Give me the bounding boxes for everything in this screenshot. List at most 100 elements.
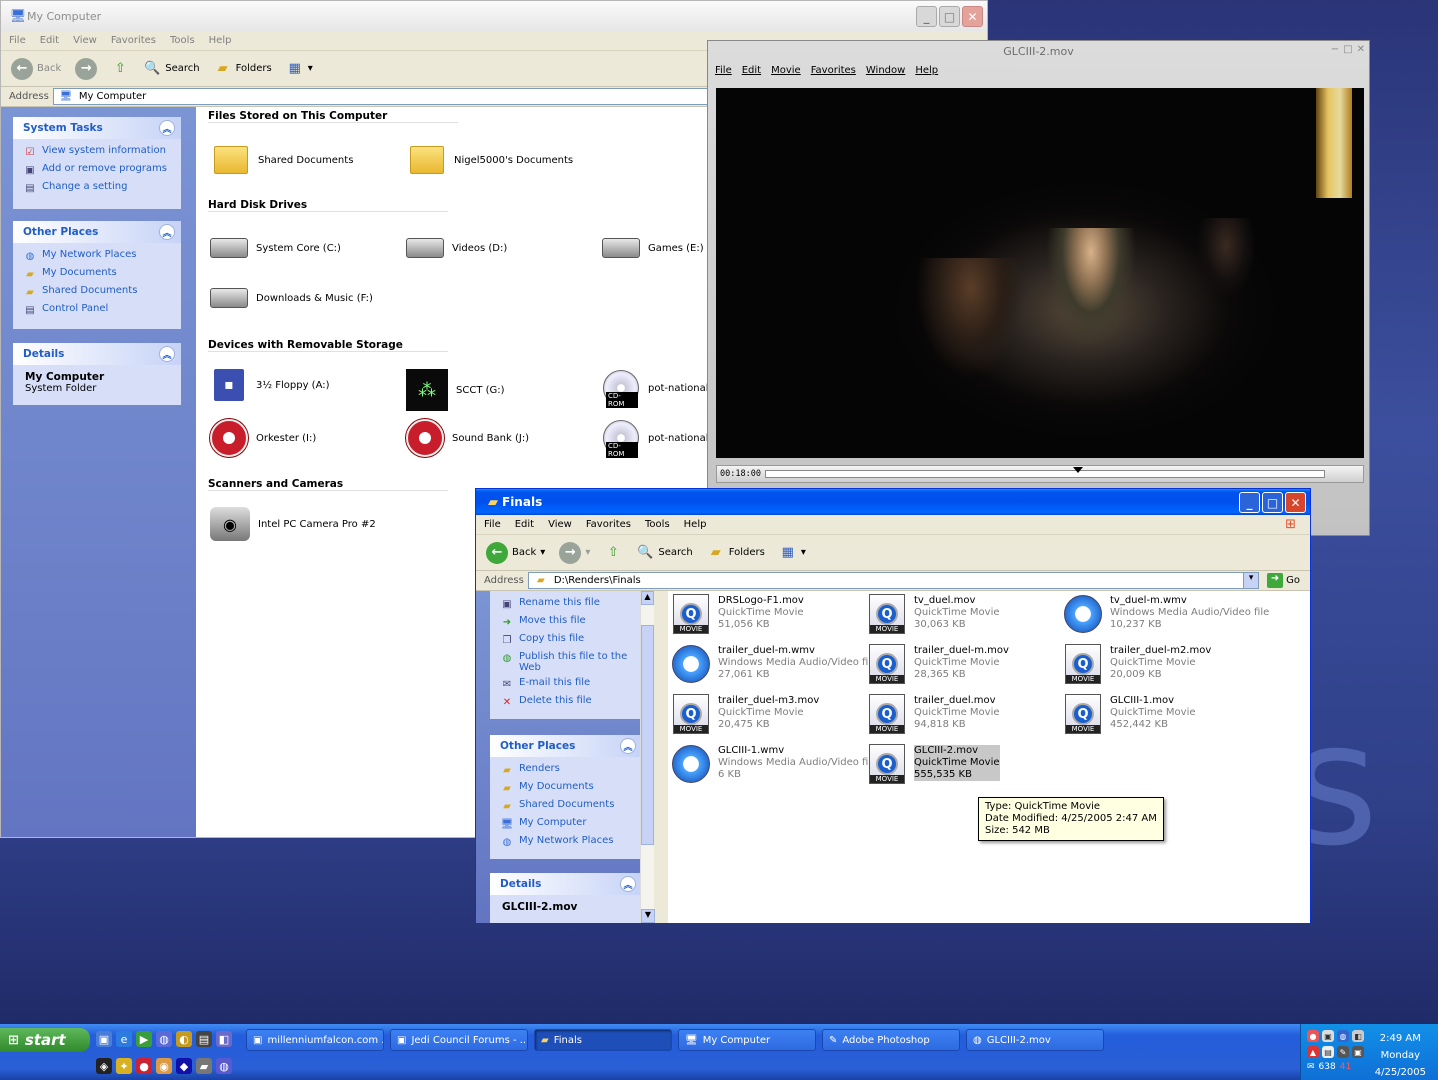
show-desktop-icon[interactable]: ▣ [96, 1031, 112, 1047]
menu-edit[interactable]: Edit [40, 35, 59, 46]
app-icon-4[interactable]: ◧ [216, 1031, 232, 1047]
title-bar[interactable]: 🖥 My Computer _ □ ✕ [1, 1, 987, 31]
menu-tools[interactable]: Tools [645, 519, 670, 530]
ie-icon[interactable]: e [116, 1031, 132, 1047]
media-icon[interactable]: ▶ [136, 1031, 152, 1047]
collapse-icon[interactable]: ︽ [159, 120, 175, 136]
views-button[interactable]: ▦ ▾ [775, 542, 810, 564]
drive-j[interactable]: Sound Bank (J:) [406, 419, 529, 457]
address-input[interactable]: ▰ D:\Renders\Finals ▾ [527, 572, 1260, 589]
menu-favorites[interactable]: Favorites [811, 65, 856, 83]
scroll-down-icon[interactable]: ▼ [641, 909, 655, 923]
playhead[interactable] [1073, 467, 1084, 473]
task-add-remove-programs[interactable]: ▣ Add or remove programs [13, 161, 181, 179]
task-rename[interactable]: ▣ Rename this file [490, 595, 642, 613]
place-network[interactable]: ◍ My Network Places [490, 833, 642, 851]
file-item[interactable]: Q MOVIE DRSLogo-F1.mov QuickTime Movie 51,05… [672, 594, 804, 634]
clock[interactable]: 2:49 AM Monday 4/25/2005 [1375, 1030, 1426, 1080]
menu-help[interactable]: Help [209, 35, 232, 46]
task-publish[interactable]: ◍ Publish this file to the Web [490, 649, 642, 675]
menu-window[interactable]: Window [866, 65, 905, 83]
drive-c[interactable]: System Core (C:) [210, 229, 341, 267]
close-button[interactable]: ✕ [962, 6, 983, 27]
task-pane-scrollbar[interactable]: ▲ ▼ [640, 591, 655, 923]
back-button[interactable]: ← Back [7, 56, 65, 82]
menu-edit[interactable]: Edit [515, 519, 534, 530]
place-my-documents[interactable]: ▰ My Documents [13, 265, 181, 283]
task-view-system-info[interactable]: ☑ View system information [13, 143, 181, 161]
tray-icon-5[interactable]: ▲ [1307, 1046, 1319, 1058]
file-item[interactable]: ▶ trailer_duel-m.wmv Windows Media Audio/V… [672, 645, 877, 683]
folders-button[interactable]: ▰ Folders [703, 542, 769, 564]
scroll-up-icon[interactable]: ▲ [641, 591, 654, 605]
other-places-header[interactable]: Other Places ︽ [490, 735, 642, 757]
details-header[interactable]: Details ︽ [490, 873, 642, 895]
file-item[interactable]: Q MOVIE GLCIII-1.mov QuickTime Movie 452,442… [1064, 694, 1196, 734]
task-my-computer[interactable]: 🖥 My Computer [678, 1029, 816, 1051]
scrubber-track[interactable] [764, 467, 1325, 478]
tray-icon-6[interactable]: ▤ [1322, 1046, 1334, 1058]
task-photoshop[interactable]: ✎ Adobe Photoshop [822, 1029, 960, 1051]
drive-e[interactable]: Games (E:) [602, 229, 704, 267]
maximize-button[interactable]: □ [939, 6, 960, 27]
file-item[interactable]: Q MOVIE trailer_duel-m.mov QuickTime Movie 2… [868, 644, 1009, 684]
app-icon-8[interactable]: ◉ [156, 1058, 172, 1074]
minimize-button[interactable]: _ [916, 6, 937, 27]
system-tasks-header[interactable]: System Tasks ︽ [13, 117, 181, 139]
forward-button[interactable]: → [71, 56, 101, 82]
search-button[interactable]: 🔍 Search [139, 58, 203, 80]
place-renders[interactable]: ▰ Renders [490, 761, 642, 779]
task-change-setting[interactable]: ▤ Change a setting [13, 179, 181, 197]
menu-help[interactable]: Help [915, 65, 938, 83]
video-display[interactable] [716, 88, 1364, 458]
drive-cdrom-2[interactable]: CD-ROM pot-national0 [602, 419, 715, 458]
tray-icon-7[interactable]: ✎ [1337, 1046, 1349, 1058]
file-item[interactable]: Q MOVIE trailer_duel.mov QuickTime Movie 94,… [868, 694, 1000, 734]
scroll-thumb[interactable] [641, 625, 654, 845]
app-icon-9[interactable]: ◆ [176, 1058, 192, 1074]
tray-icon-4[interactable]: ◧ [1352, 1030, 1364, 1042]
task-move[interactable]: ➜ Move this file [490, 613, 642, 631]
place-shared-documents[interactable]: ▰ Shared Documents [490, 797, 642, 815]
other-places-header[interactable]: Other Places ︽ [13, 221, 181, 243]
tray-icon-1[interactable]: ● [1307, 1030, 1319, 1042]
file-item[interactable]: ▶ GLCIII-1.wmv Windows Media Audio/Video f… [672, 745, 877, 783]
app-icon-10[interactable]: ▰ [196, 1058, 212, 1074]
file-item[interactable]: Q MOVIE trailer_duel-m3.mov QuickTime Movie… [672, 694, 819, 734]
place-control-panel[interactable]: ▤ Control Panel [13, 301, 181, 319]
forward-button[interactable]: → ▾ [555, 540, 594, 566]
close-button[interactable]: ✕ [1357, 44, 1365, 55]
menu-file[interactable]: File [484, 519, 501, 530]
app-icon-2[interactable]: ◐ [176, 1031, 192, 1047]
collapse-icon[interactable]: ︽ [159, 224, 175, 240]
file-item[interactable]: ▶ tv_duel-m.wmv Windows Media Audio/Video … [1064, 595, 1269, 633]
menu-movie[interactable]: Movie [771, 65, 801, 83]
camera-item[interactable]: ◉ Intel PC Camera Pro #2 [210, 507, 376, 541]
tray-icon-2[interactable]: ▣ [1322, 1030, 1334, 1042]
place-network[interactable]: ◍ My Network Places [13, 247, 181, 265]
menu-tools[interactable]: Tools [170, 35, 195, 46]
back-button[interactable]: ← Back ▾ [482, 540, 549, 566]
menu-file[interactable]: File [9, 35, 26, 46]
drive-g[interactable]: ⁂ SCCT (G:) [406, 369, 505, 411]
drive-f[interactable]: Downloads & Music (F:) [210, 279, 373, 317]
task-delete[interactable]: ✕ Delete this file [490, 693, 642, 711]
app-icon-6[interactable]: ✦ [116, 1058, 132, 1074]
tray-icon-8[interactable]: ▣ [1352, 1046, 1364, 1058]
maximize-button[interactable]: □ [1262, 492, 1283, 513]
folders-button[interactable]: ▰ Folders [210, 58, 276, 80]
search-button[interactable]: 🔍 Search [632, 542, 696, 564]
file-item[interactable]: Q MOVIE tv_duel.mov QuickTime Movie 30,063 K… [868, 594, 1000, 634]
place-my-computer[interactable]: 🖥 My Computer [490, 815, 642, 833]
item-user-documents[interactable]: Nigel5000's Documents [408, 141, 573, 179]
app-icon-5[interactable]: ◈ [96, 1058, 112, 1074]
collapse-icon[interactable]: ︽ [620, 738, 636, 754]
app-icon-11[interactable]: ◍ [216, 1058, 232, 1074]
file-item[interactable]: Q MOVIE trailer_duel-m2.mov QuickTime Movie… [1064, 644, 1211, 684]
go-button[interactable]: ➜ Go [1263, 573, 1310, 588]
collapse-icon[interactable]: ︽ [159, 346, 175, 362]
menu-favorites[interactable]: Favorites [111, 35, 156, 46]
task-browser-1[interactable]: ▣ millenniumfalcon.com ... [246, 1029, 384, 1051]
maximize-button[interactable]: □ [1343, 44, 1352, 55]
menu-favorites[interactable]: Favorites [586, 519, 631, 530]
